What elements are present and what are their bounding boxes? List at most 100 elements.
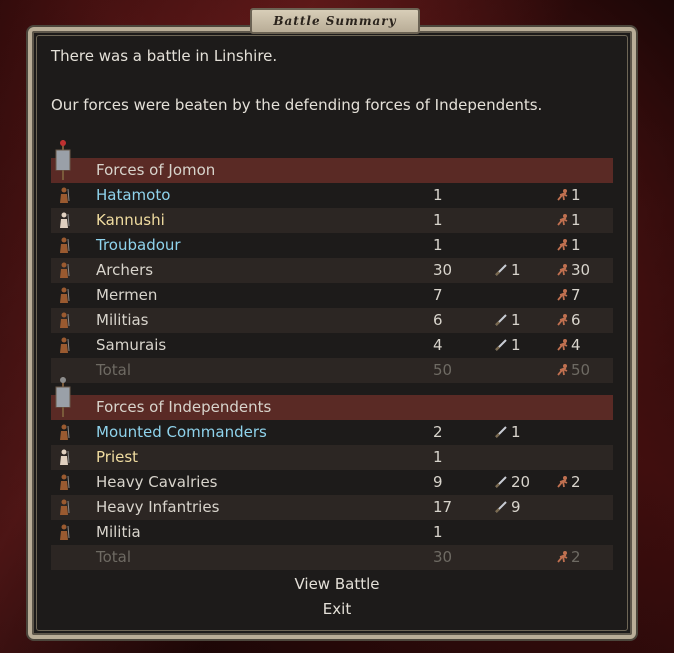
unit-count: 2 xyxy=(433,423,443,441)
faction-banner-icon xyxy=(55,140,71,180)
total-label: Total xyxy=(96,548,132,566)
kills-value: 1 xyxy=(511,336,521,354)
unit-row[interactable]: Militia 1 xyxy=(51,520,613,545)
sword-icon xyxy=(495,426,507,438)
unit-count: 7 xyxy=(433,286,443,304)
casualty-icon xyxy=(557,239,568,251)
window-title: Battle Summary xyxy=(250,8,420,34)
unit-name: Heavy Infantries xyxy=(96,498,220,516)
total-label: Total xyxy=(96,361,132,379)
view-battle-button[interactable]: View Battle xyxy=(294,575,379,593)
unit-name: Archers xyxy=(96,261,154,279)
sword-icon xyxy=(495,476,507,488)
unit-portrait-icon xyxy=(60,312,70,328)
force-header: Forces of Independents xyxy=(51,377,613,420)
faction-banner-icon xyxy=(55,377,71,417)
kills-cell: 20 xyxy=(494,473,530,491)
unit-portrait-icon xyxy=(60,337,70,353)
unit-count: 6 xyxy=(433,311,443,329)
unit-portrait-icon xyxy=(60,499,70,515)
unit-row[interactable]: Heavy Infantries 17 9 xyxy=(51,495,613,520)
kills-value: 9 xyxy=(511,498,521,516)
force-name: Forces of Jomon xyxy=(96,161,216,179)
battle-result-message: Our forces were beaten by the defending … xyxy=(51,96,543,114)
sword-icon xyxy=(495,339,507,351)
unit-row[interactable]: Kannushi 1 1 xyxy=(51,208,613,233)
unit-portrait-icon xyxy=(60,237,70,253)
exit-button[interactable]: Exit xyxy=(323,600,351,618)
unit-name: Kannushi xyxy=(96,211,165,229)
unit-row[interactable]: Samurais 4 1 4 xyxy=(51,333,613,358)
unit-portrait-icon xyxy=(60,187,70,203)
casualties-cell: 1 xyxy=(556,211,581,229)
casualties-value: 2 xyxy=(571,473,581,491)
total-casualties: 50 xyxy=(571,361,591,379)
casualty-icon xyxy=(557,264,568,276)
unit-portrait-icon xyxy=(60,424,70,440)
unit-count: 1 xyxy=(433,523,443,541)
unit-name: Troubadour xyxy=(96,236,181,254)
casualties-cell: 7 xyxy=(556,286,581,304)
unit-name: Hatamoto xyxy=(96,186,171,204)
unit-name: Priest xyxy=(96,448,139,466)
total-count: 50 xyxy=(433,361,453,379)
unit-count: 4 xyxy=(433,336,443,354)
casualties-cell: 1 xyxy=(556,186,581,204)
unit-portrait-icon xyxy=(60,524,70,540)
casualties-value: 1 xyxy=(571,236,581,254)
unit-row[interactable]: Hatamoto 1 1 xyxy=(51,183,613,208)
casualties-cell: 1 xyxy=(556,236,581,254)
unit-row[interactable]: Militias 6 1 6 xyxy=(51,308,613,333)
kills-cell: 1 xyxy=(494,311,521,329)
kills-value: 1 xyxy=(511,423,521,441)
unit-row[interactable]: Heavy Cavalries 9 20 2 xyxy=(51,470,613,495)
casualties-value: 4 xyxy=(571,336,581,354)
unit-row[interactable]: Troubadour 1 1 xyxy=(51,233,613,258)
kills-cell: 1 xyxy=(494,261,521,279)
kills-cell: 9 xyxy=(494,498,521,516)
unit-name: Samurais xyxy=(96,336,167,354)
unit-count: 9 xyxy=(433,473,443,491)
unit-row[interactable]: Mounted Commanders 2 1 xyxy=(51,420,613,445)
total-row: Total 50 50 xyxy=(51,358,613,383)
sword-icon xyxy=(495,264,507,276)
kills-value: 1 xyxy=(511,261,521,279)
unit-row[interactable]: Priest 1 xyxy=(51,445,613,470)
casualties-value: 7 xyxy=(571,286,581,304)
casualties-cell: 2 xyxy=(556,473,581,491)
unit-count: 1 xyxy=(433,211,443,229)
force-header: Forces of Jomon xyxy=(51,140,613,183)
unit-name: Heavy Cavalries xyxy=(96,473,218,491)
casualties-value: 30 xyxy=(571,261,591,279)
casualty-icon xyxy=(557,189,568,201)
unit-name: Militia xyxy=(96,523,141,541)
casualties-cell: 4 xyxy=(556,336,581,354)
unit-count: 30 xyxy=(433,261,453,279)
unit-name: Militias xyxy=(96,311,149,329)
kills-value: 20 xyxy=(511,473,531,491)
forces-table: Forces of Jomon Hatamoto 1 1 Kannushi 1 1 Troub… xyxy=(51,140,613,570)
unit-name: Mounted Commanders xyxy=(96,423,267,441)
kills-value: 1 xyxy=(511,311,521,329)
unit-row[interactable]: Archers 30 1 30 xyxy=(51,258,613,283)
casualties-value: 1 xyxy=(571,211,581,229)
kills-cell: 1 xyxy=(494,336,521,354)
unit-portrait-icon xyxy=(60,212,70,228)
casualty-icon xyxy=(557,314,568,326)
battle-location-message: There was a battle in Linshire. xyxy=(51,47,278,65)
sword-icon xyxy=(495,314,507,326)
unit-count: 1 xyxy=(433,236,443,254)
unit-count: 17 xyxy=(433,498,453,516)
unit-row[interactable]: Mermen 7 7 xyxy=(51,283,613,308)
unit-count: 1 xyxy=(433,186,443,204)
total-count: 30 xyxy=(433,548,453,566)
casualty-icon xyxy=(557,214,568,226)
total-casualties-cell: 50 xyxy=(556,361,590,379)
total-casualties: 2 xyxy=(571,548,581,566)
total-row: Total 30 2 xyxy=(51,545,613,570)
total-casualties-cell: 2 xyxy=(556,548,581,566)
casualties-cell: 30 xyxy=(556,261,590,279)
casualties-value: 1 xyxy=(571,186,581,204)
casualty-icon xyxy=(557,551,568,563)
casualty-icon xyxy=(557,339,568,351)
